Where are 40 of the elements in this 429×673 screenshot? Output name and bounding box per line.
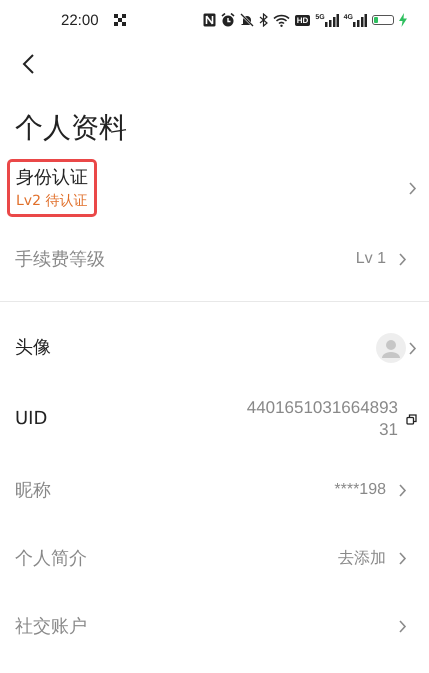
chevron-icon: [408, 180, 417, 196]
row-label: 社交账户: [15, 615, 87, 638]
battery-icon: [372, 15, 394, 25]
row-label: UID: [15, 407, 48, 431]
nfc-icon: [202, 13, 216, 27]
row-value: ****198: [334, 481, 386, 499]
chevron-icon: [398, 618, 407, 634]
settings-row[interactable]: UID 440165103166489331: [0, 382, 429, 456]
settings-row[interactable]: 社交账户: [0, 592, 419, 660]
settings-row[interactable]: 手续费等级 Lv 1: [0, 225, 419, 293]
settings-row[interactable]: 身份认证 Lv2 待认证: [0, 151, 429, 225]
row-value: Lv 1: [356, 250, 386, 268]
alarm-icon: [220, 13, 235, 27]
chevron-icon: [408, 340, 417, 356]
chevron-icon: [398, 550, 407, 566]
settings-row[interactable]: 头像: [0, 314, 429, 382]
avatar-icon: [376, 333, 406, 363]
chevron-icon: [398, 252, 407, 266]
chevron-icon: [398, 482, 407, 498]
row-label: 个人简介: [15, 547, 87, 570]
row-value: 去添加: [338, 548, 386, 568]
row-label: 头像: [15, 336, 51, 360]
back-icon[interactable]: [21, 53, 35, 75]
hd-badge: HD: [294, 14, 310, 26]
copy-icon[interactable]: [406, 414, 417, 424]
verification-status: Lv2 待认证: [16, 192, 88, 211]
status-time: 22:00: [61, 12, 99, 28]
page-title: 个人资料: [15, 110, 128, 146]
signal-icon: [324, 14, 339, 26]
row-label: 手续费等级: [15, 248, 105, 271]
wifi-icon: [272, 14, 290, 26]
row-label: 身份认证: [16, 166, 88, 190]
signal-icon: [353, 14, 367, 26]
grid-icon: [114, 14, 126, 26]
row-label: 昵称: [15, 479, 51, 502]
bluetooth-icon: [258, 13, 268, 27]
settings-row[interactable]: 昵称 ****198: [0, 456, 419, 524]
settings-row[interactable]: 个人简介 去添加: [0, 524, 419, 592]
bell-off-icon: [240, 13, 254, 27]
row-value: 440165103166489331: [246, 397, 398, 441]
